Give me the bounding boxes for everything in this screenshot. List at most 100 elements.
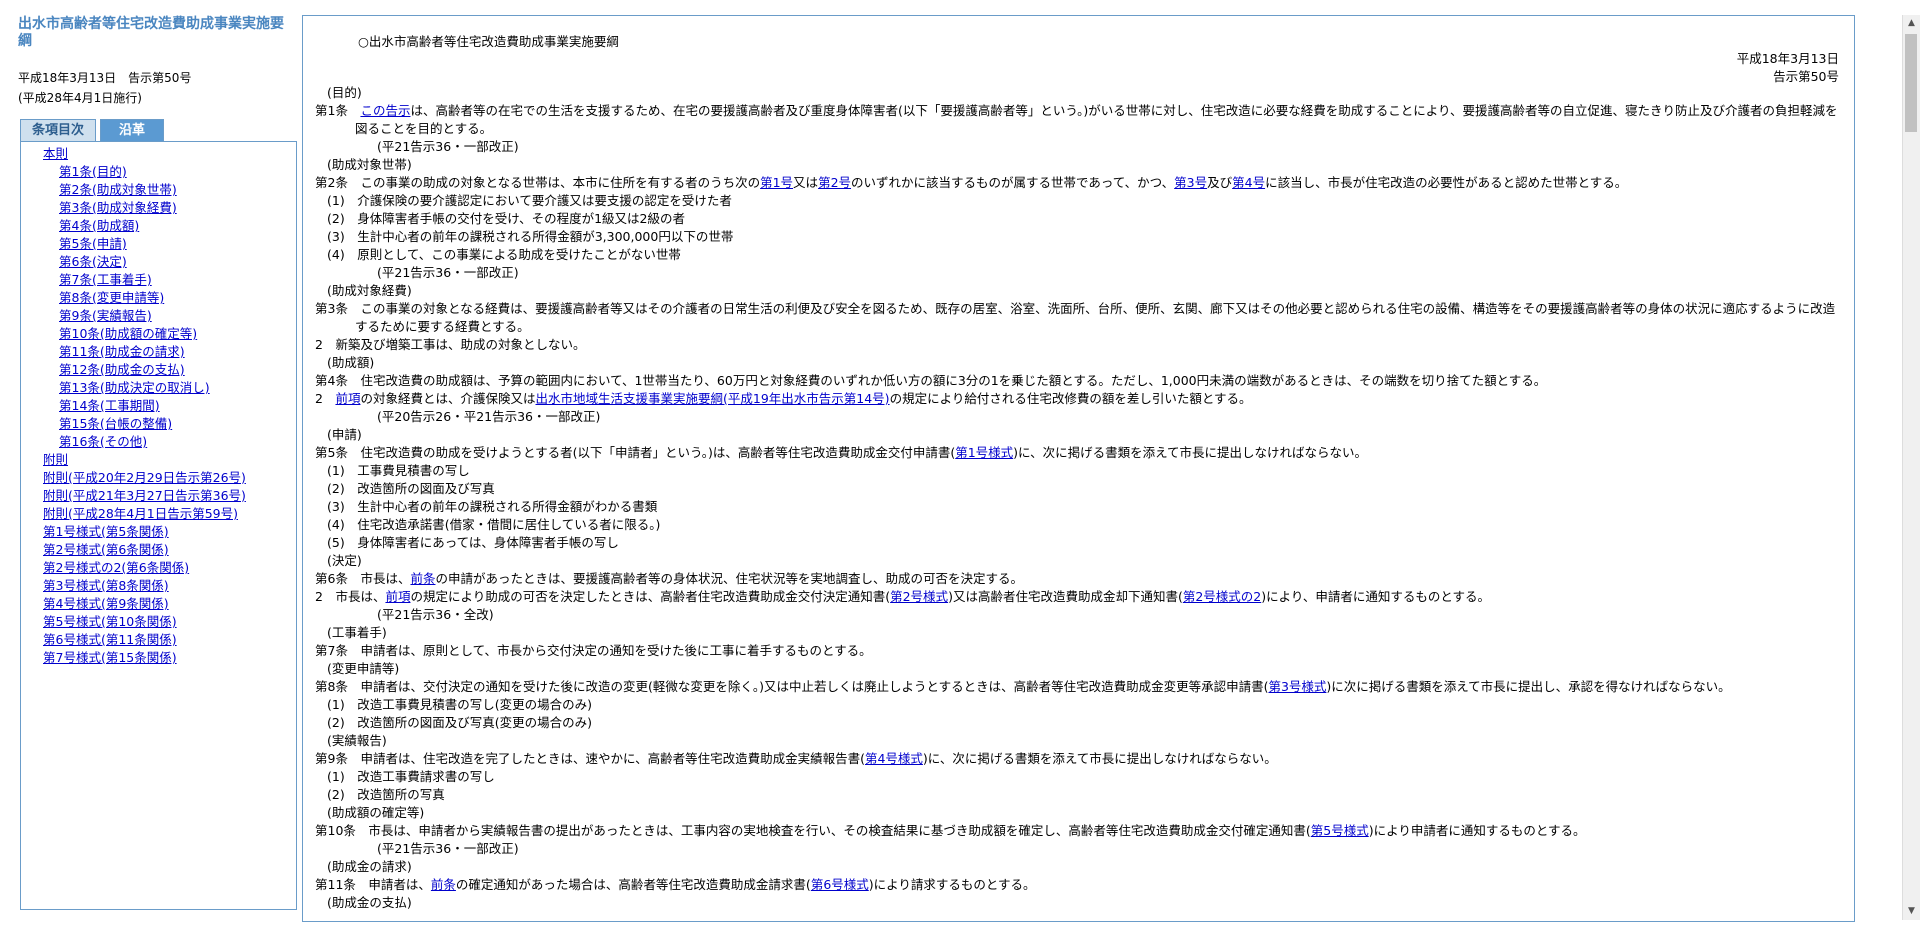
toc-item: 附則 xyxy=(21,451,296,469)
law-text: 第10条 市長は、申請者から実績報告書の提出があったときは、工事内容の実地検査を… xyxy=(315,823,1311,838)
reference-link[interactable]: 第6号様式 xyxy=(811,877,869,892)
toc-link[interactable]: 第5号様式(第10条関係) xyxy=(43,614,177,629)
toc-link[interactable]: 第15条(台帳の整備) xyxy=(59,416,172,431)
toc-link[interactable]: 第10条(助成額の確定等) xyxy=(59,326,197,341)
toc-link[interactable]: 第3号様式(第8条関係) xyxy=(43,578,169,593)
scroll-thumb[interactable] xyxy=(1905,34,1917,132)
law-text: 第2条 この事業の助成の対象となる世帯は、本市に住所を有する者のうち次の xyxy=(315,175,761,190)
toc-link[interactable]: 第11条(助成金の請求) xyxy=(59,344,185,359)
law-line-item: (1) 改造工事費請求書の写し xyxy=(315,768,1840,786)
law-line-cap: (助成額の確定等) xyxy=(315,804,1840,822)
toc-link[interactable]: 第8条(変更申請等) xyxy=(59,290,164,305)
toc-item: 本則 xyxy=(21,145,296,163)
reference-link[interactable]: 第2号様式 xyxy=(890,589,948,604)
toc-link[interactable]: 第6条(決定) xyxy=(59,254,127,269)
toc-link[interactable]: 第7条(工事着手) xyxy=(59,272,152,287)
toc-link[interactable]: 第4号様式(第9条関係) xyxy=(43,596,169,611)
toc-link[interactable]: 附則(平成20年2月29日告示第26号) xyxy=(43,470,246,485)
law-text: 第3条 この事業の対象となる経費は、要援護高齢者等又はその介護者の日常生活の利便… xyxy=(315,301,1836,334)
reference-link[interactable]: 第4号様式 xyxy=(865,751,923,766)
reference-link[interactable]: 出水市地域生活支援事業実施要綱(平成19年出水市告示第14号) xyxy=(535,391,889,406)
law-line-item: (2) 改造箇所の図面及び写真 xyxy=(315,480,1840,498)
law-text: (2) 改造箇所の写真 xyxy=(327,787,445,802)
toc-item: 第8条(変更申請等) xyxy=(21,289,296,307)
law-text: (助成額の確定等) xyxy=(327,805,425,820)
toc-link[interactable]: 第16条(その他) xyxy=(59,434,147,449)
toc-link[interactable]: 第14条(工事期間) xyxy=(59,398,160,413)
law-text: )に次に掲げる書類を添えて市長に提出し、承認を得なければならない。 xyxy=(1326,679,1731,694)
law-text: (4) 原則として、この事業による助成を受けたことがない世帯 xyxy=(327,247,681,262)
law-text: 第8条 申請者は、交付決定の通知を受けた後に改造の変更(軽微な変更を除く。)又は… xyxy=(315,679,1269,694)
law-line-plain: 第5条 住宅改造費の助成を受けようとする者(以下「申請者」という。)は、高齢者等… xyxy=(315,444,1840,462)
law-text: (助成金の支払) xyxy=(327,895,412,910)
law-line-item: (1) 改造工事費見積書の写し(変更の場合のみ) xyxy=(315,696,1840,714)
toc-link[interactable]: 第7号様式(第15条関係) xyxy=(43,650,177,665)
reference-link[interactable]: この告示 xyxy=(360,103,410,118)
toc-link[interactable]: 第2条(助成対象世帯) xyxy=(59,182,177,197)
law-line-cap: (助成対象経費) xyxy=(315,282,1840,300)
toc-item: 第2号様式の2(第6条関係) xyxy=(21,559,296,577)
law-text: 2 新築及び増築工事は、助成の対象としない。 xyxy=(315,337,586,352)
reference-link[interactable]: 第5号様式 xyxy=(1311,823,1369,838)
law-text: (平20告示26・平21告示36・一部改正) xyxy=(377,409,601,424)
law-line-cap: (変更申請等) xyxy=(315,660,1840,678)
law-text: 及び xyxy=(1207,175,1233,190)
toc-link[interactable]: 附則 xyxy=(43,452,68,467)
reference-link[interactable]: 第2号様式の2 xyxy=(1183,589,1261,604)
toc-link[interactable]: 第13条(助成決定の取消し) xyxy=(59,380,210,395)
reference-link[interactable]: 前項 xyxy=(335,391,360,406)
law-line-item: (1) 介護保険の要介護認定において要介護又は要支援の認定を受けた者 xyxy=(315,192,1840,210)
toc-link[interactable]: 第2号様式(第6条関係) xyxy=(43,542,169,557)
reference-link[interactable]: 第3号様式 xyxy=(1268,679,1326,694)
law-line-cap: (申請) xyxy=(315,426,1840,444)
toc-item: 第3条(助成対象経費) xyxy=(21,199,296,217)
law-text: )により請求するものとする。 xyxy=(868,877,1036,892)
law-text: (変更申請等) xyxy=(327,661,400,676)
reference-link[interactable]: 第3号 xyxy=(1174,175,1207,190)
law-text: (申請) xyxy=(327,427,362,442)
toc-link[interactable]: 第4条(助成額) xyxy=(59,218,139,233)
vertical-scrollbar[interactable]: ▲ ▼ xyxy=(1902,15,1920,920)
toc-link[interactable]: 第3条(助成対象経費) xyxy=(59,200,177,215)
left-pane: 出水市高齢者等住宅改造費助成事業実施要綱 平成18年3月13日 告示第50号 (… xyxy=(0,0,300,925)
reference-link[interactable]: 第2号 xyxy=(818,175,851,190)
law-text: )により申請者に通知するものとする。 xyxy=(1368,823,1586,838)
law-text: (平21告示36・一部改正) xyxy=(377,265,519,280)
scroll-down-arrow-icon[interactable]: ▼ xyxy=(1903,903,1920,920)
law-text: (1) 改造工事費見積書の写し(変更の場合のみ) xyxy=(327,697,592,712)
toc-link[interactable]: 第1条(目的) xyxy=(59,164,127,179)
toc-link[interactable]: 第2号様式の2(第6条関係) xyxy=(43,560,189,575)
toc-item: 第5条(申請) xyxy=(21,235,296,253)
toc-panel: 本則第1条(目的) 第2条(助成対象世帯) 第3条(助成対象経費) 第4条(助成額) 第… xyxy=(20,141,297,910)
tab-article-index[interactable]: 条項目次 xyxy=(20,119,96,141)
toc-list: 本則第1条(目的) 第2条(助成対象世帯) 第3条(助成対象経費) 第4条(助成額) 第… xyxy=(21,142,296,667)
law-text: の規定により助成の可否を決定したときは、高齢者住宅改造費助成金交付決定通知書( xyxy=(410,589,891,604)
law-line-item: (5) 身体障害者にあっては、身体障害者手帳の写し xyxy=(315,534,1840,552)
toc-link[interactable]: 本則 xyxy=(43,146,68,161)
toc-link[interactable]: 第9条(実績報告) xyxy=(59,308,152,323)
toc-link[interactable]: 附則(平成21年3月27日告示第36号) xyxy=(43,488,246,503)
reference-link[interactable]: 前条 xyxy=(431,877,456,892)
law-text: )により、申請者に通知するものとする。 xyxy=(1261,589,1490,604)
toc-link[interactable]: 第1号様式(第5条関係) xyxy=(43,524,169,539)
toc-link[interactable]: 第12条(助成金の支払) xyxy=(59,362,185,377)
enforcement-info: (平成28年4月1日施行) xyxy=(18,91,142,105)
reference-link[interactable]: 前項 xyxy=(385,589,410,604)
reference-link[interactable]: 第1号様式 xyxy=(955,445,1013,460)
toc-link[interactable]: 第6号様式(第11条関係) xyxy=(43,632,177,647)
law-text: (助成対象世帯) xyxy=(327,157,412,172)
toc-link[interactable]: 附則(平成28年4月1日告示第59号) xyxy=(43,506,238,521)
toc-link[interactable]: 第5条(申請) xyxy=(59,236,127,251)
law-text: 第11条 申請者は、 xyxy=(315,877,431,892)
tab-history[interactable]: 沿革 xyxy=(100,119,164,141)
law-text: (目的) xyxy=(327,85,362,100)
reference-link[interactable]: 第4号 xyxy=(1232,175,1265,190)
reference-link[interactable]: 前条 xyxy=(410,571,435,586)
law-text: (工事着手) xyxy=(327,625,387,640)
law-line-plain: 2 新築及び増築工事は、助成の対象としない。 xyxy=(315,336,1840,354)
law-text: 第5条 住宅改造費の助成を受けようとする者(以下「申請者」という。)は、高齢者等… xyxy=(315,445,956,460)
toc-item: 第3号様式(第8条関係) xyxy=(21,577,296,595)
law-text: (1) 介護保険の要介護認定において要介護又は要支援の認定を受けた者 xyxy=(327,193,732,208)
scroll-up-arrow-icon[interactable]: ▲ xyxy=(1903,15,1920,32)
reference-link[interactable]: 第1号 xyxy=(760,175,793,190)
